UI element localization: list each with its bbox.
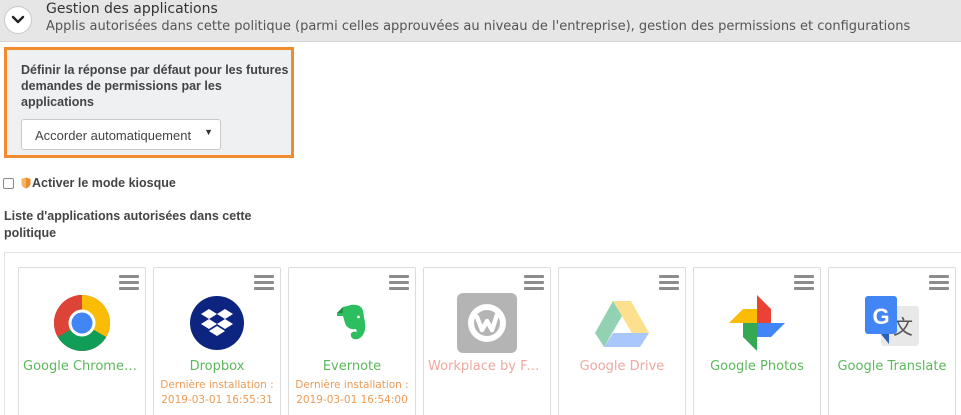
workplace-icon [456, 292, 518, 354]
app-card-google-drive[interactable]: Google Drive [558, 267, 686, 415]
default-permission-panel: Définir la réponse par défaut pour les f… [4, 47, 294, 158]
section-subtitle: Applis autorisées dans cette politique (… [46, 19, 911, 34]
evernote-icon [321, 292, 383, 354]
app-name: Workplace by Fac... [428, 359, 546, 374]
svg-text:G: G [872, 304, 889, 329]
last-install-info: Dernière installation : 2019-03-01 16:55… [154, 378, 280, 408]
last-install-label: Dernière installation : [160, 379, 274, 391]
app-card-google-translate[interactable]: 文 G Google Translate [828, 267, 956, 415]
hamburger-menu-icon[interactable] [119, 275, 139, 290]
photos-icon [726, 292, 788, 354]
chrome-icon [51, 292, 113, 354]
app-card-workplace[interactable]: Workplace by Fac... [423, 267, 551, 415]
translate-icon: 文 G [861, 292, 923, 354]
hamburger-menu-icon[interactable] [794, 275, 814, 290]
dropdown-arrow-icon: ▼ [204, 127, 213, 137]
last-install-info: Dernière installation : 2019-03-01 16:54… [289, 378, 415, 408]
app-card-evernote[interactable]: Evernote Dernière installation : 2019-03… [288, 267, 416, 415]
hamburger-menu-icon[interactable] [929, 275, 949, 290]
default-permission-select[interactable]: Accorder automatiquement ▼ [21, 119, 221, 150]
last-install-date: 2019-03-01 16:55:31 [161, 394, 273, 406]
collapse-button[interactable] [4, 6, 32, 34]
section-title: Gestion des applications [46, 1, 218, 17]
app-card-chrome[interactable]: Google Chrome: ... [18, 267, 146, 415]
default-permission-label: Définir la réponse par défaut pour les f… [21, 63, 289, 109]
app-name: Evernote [322, 359, 382, 374]
section-header: Gestion des applications Applis autorisé… [0, 0, 961, 42]
chevron-down-icon [11, 15, 25, 24]
kiosk-mode-row: Activer le mode kiosque [3, 175, 176, 191]
app-card-google-photos[interactable]: Google Photos [693, 267, 821, 415]
last-install-label: Dernière installation : [295, 379, 409, 391]
kiosk-mode-checkbox[interactable] [3, 177, 14, 189]
hamburger-menu-icon[interactable] [659, 275, 679, 290]
apps-list-title: Liste d'applications autorisées dans cet… [4, 209, 252, 240]
app-name: Dropbox [189, 359, 245, 374]
last-install-date: 2019-03-01 16:54:00 [296, 394, 408, 406]
app-name: Google Drive [579, 359, 665, 374]
dropbox-icon [186, 292, 248, 354]
hamburger-menu-icon[interactable] [389, 275, 409, 290]
hamburger-menu-icon[interactable] [254, 275, 274, 290]
app-name: Google Translate [837, 359, 947, 374]
app-name: Google Photos [710, 359, 804, 374]
kiosk-mode-label: Activer le mode kiosque [32, 176, 176, 190]
app-name: Google Chrome: ... [23, 359, 141, 374]
app-card-dropbox[interactable]: Dropbox Dernière installation : 2019-03-… [153, 267, 281, 415]
hamburger-menu-icon[interactable] [524, 275, 544, 290]
drive-icon [591, 292, 653, 354]
default-permission-value: Accorder automatiquement [35, 128, 192, 143]
shield-icon [21, 177, 31, 189]
